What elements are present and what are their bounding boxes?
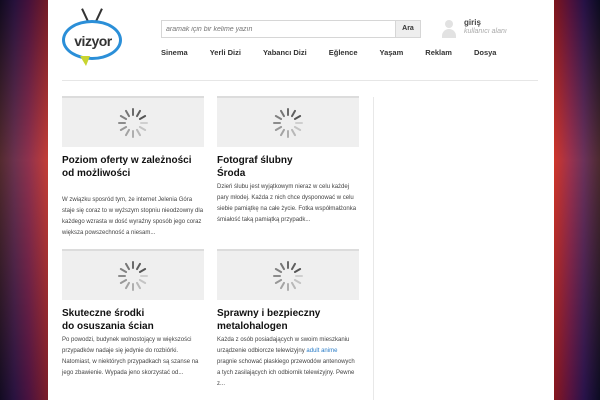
logo-tail xyxy=(80,56,90,66)
nav-item-dosya[interactable]: Dosya xyxy=(474,48,497,62)
logo-text: vizyor xyxy=(74,33,112,49)
loading-spinner-icon xyxy=(273,261,303,291)
article-thumbnail[interactable] xyxy=(217,249,359,300)
sidebar-divider xyxy=(373,97,374,400)
article-excerpt: W związku sposród tym, że internet Jelen… xyxy=(62,197,204,236)
article-excerpt: Każda z osób posiadających w swoim miesz… xyxy=(217,335,359,390)
loading-spinner-icon xyxy=(273,108,303,138)
search-box: Ara xyxy=(161,20,421,38)
excerpt-text: pragnie schować płaskiego przewodów ante… xyxy=(217,359,355,387)
article-title[interactable]: Sprawny i bezpieczny metalohalogen xyxy=(217,308,335,333)
header-divider xyxy=(62,80,538,81)
background-right xyxy=(554,0,600,400)
nav-item-sinema[interactable]: Sinema xyxy=(161,48,188,62)
nav-item-yasam[interactable]: Yaşam xyxy=(380,48,404,62)
article-title[interactable]: Skuteczne środki do osuszania ścian xyxy=(62,308,157,333)
article-thumbnail[interactable] xyxy=(62,249,204,300)
site-logo[interactable]: vizyor xyxy=(60,6,128,68)
article-thumbnail[interactable] xyxy=(217,96,359,147)
user-icon xyxy=(442,20,456,38)
login-sublabel: kullanıcı alanı xyxy=(464,28,507,35)
nav-item-reklam[interactable]: Reklam xyxy=(425,48,452,62)
search-button[interactable]: Ara xyxy=(395,21,420,37)
loading-spinner-icon xyxy=(118,108,148,138)
article-title[interactable]: Fotograf ślubny Środa xyxy=(217,155,312,180)
login-area[interactable]: giriş kullanıcı alanı xyxy=(442,18,552,42)
loading-spinner-icon xyxy=(118,261,148,291)
article-excerpt: Dzień ślubu jest wyjątkowym nieraz w cel… xyxy=(217,184,357,223)
main-nav: Sinema Yerli Dizi Yabancı Dizi Eğlence Y… xyxy=(161,48,518,62)
search-input[interactable] xyxy=(162,21,394,37)
login-link[interactable]: giriş xyxy=(464,18,481,27)
excerpt-link[interactable]: adult anime xyxy=(306,348,337,354)
background-left xyxy=(0,0,48,400)
nav-item-yerli-dizi[interactable]: Yerli Dizi xyxy=(210,48,241,62)
nav-item-yabanci-dizi[interactable]: Yabancı Dizi xyxy=(263,48,307,62)
article-excerpt: Po powodzi, budynek wolnostojący w więks… xyxy=(62,337,199,376)
nav-item-eglence[interactable]: Eğlence xyxy=(329,48,358,62)
article-title[interactable]: Poziom oferty w zależności od możliwości xyxy=(62,155,204,180)
page-container: vizyor Ara giriş kullanıcı alanı Sinema … xyxy=(48,0,554,400)
article-thumbnail[interactable] xyxy=(62,96,204,147)
